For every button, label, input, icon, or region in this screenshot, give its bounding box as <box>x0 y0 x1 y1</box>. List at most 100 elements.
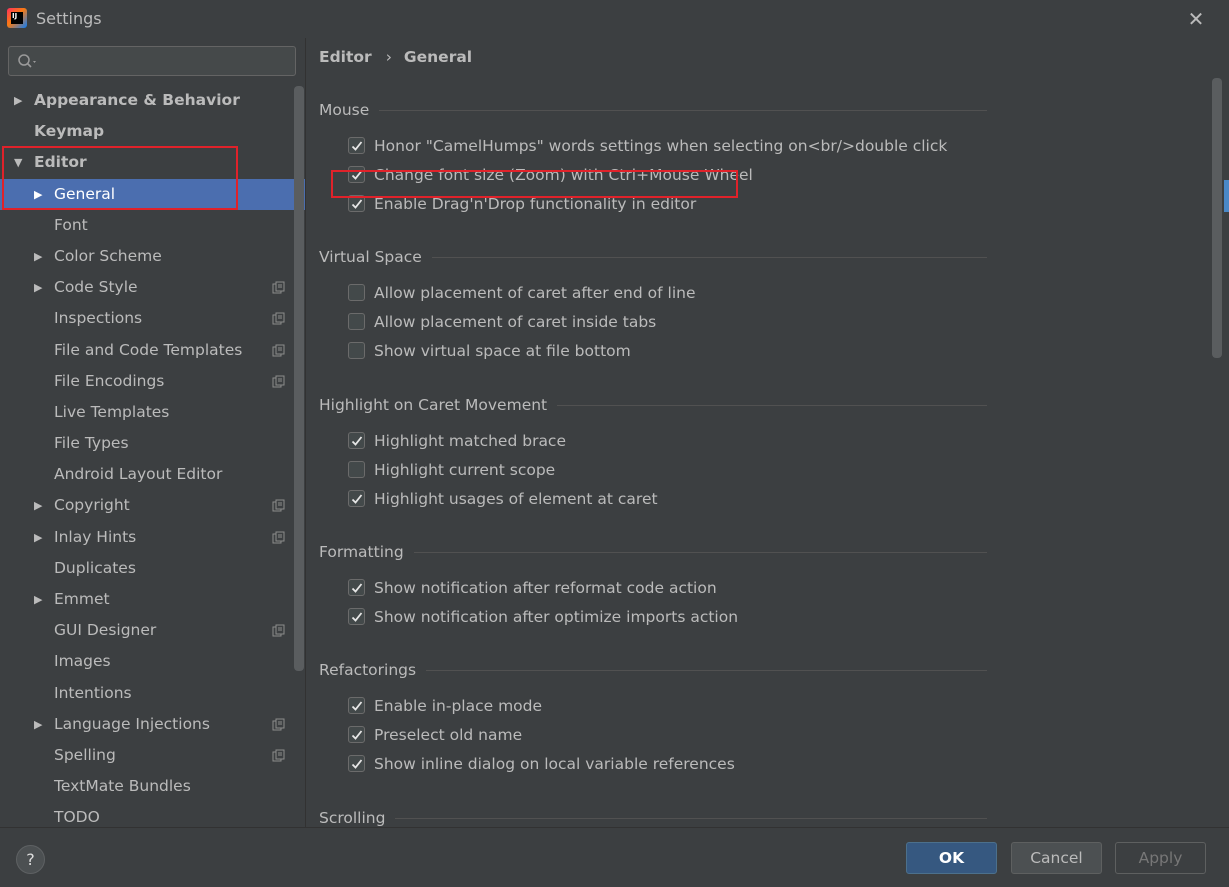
ok-button[interactable]: OK <box>906 842 997 874</box>
tree-item-label: Language Injections <box>54 714 210 733</box>
tree-item-copyright[interactable]: ▶ Copyright <box>0 490 305 521</box>
tree-item-label: Images <box>54 652 111 671</box>
tree-item-gui-designer[interactable]: GUI Designer <box>0 615 305 646</box>
tree-item-appearance-behavior[interactable]: ▶ Appearance & Behavior <box>0 85 305 116</box>
apply-button[interactable]: Apply <box>1115 842 1206 874</box>
checkbox-unchecked[interactable] <box>348 461 365 478</box>
tree-item-label: GUI Designer <box>54 621 157 640</box>
nav-scrollbar[interactable] <box>294 86 304 671</box>
tree-item-code-style[interactable]: ▶ Code Style <box>0 272 305 303</box>
tree-item-file-types[interactable]: File Types <box>0 428 305 459</box>
option-label: Show notification after reformat code ac… <box>374 579 717 597</box>
tree-item-language-injections[interactable]: ▶ Language Injections <box>0 709 305 740</box>
tree-item-label: Inlay Hints <box>54 527 137 546</box>
section-title-virtual-space: Virtual Space <box>319 248 422 266</box>
breadcrumb-parent[interactable]: Editor <box>319 48 372 66</box>
search-icon <box>18 54 36 68</box>
tree-item-inlay-hints[interactable]: ▶ Inlay Hints <box>0 522 305 553</box>
settings-content-panel: Editor › General Mouse Honor "CamelHumps" w… <box>306 38 1229 827</box>
tree-item-textmate-bundles[interactable]: TextMate Bundles <box>0 771 305 802</box>
tree-item-label: TextMate Bundles <box>54 777 191 796</box>
intellij-logo-icon: IJ <box>7 8 27 28</box>
section-separator <box>414 552 987 553</box>
scroll-edge-indicator <box>1224 180 1229 212</box>
tree-item-file-encodings[interactable]: File Encodings <box>0 366 305 397</box>
expand-arrow-icon[interactable]: ▶ <box>34 709 48 740</box>
option-label: Highlight matched brace <box>374 432 566 450</box>
checkbox-checked[interactable] <box>348 579 365 596</box>
section-title-formatting: Formatting <box>319 543 404 561</box>
tree-item-todo[interactable]: TODO <box>0 802 305 827</box>
tree-item-label: Intentions <box>54 683 132 702</box>
tree-item-color-scheme[interactable]: ▶ Color Scheme <box>0 241 305 272</box>
project-scope-icon <box>272 749 285 762</box>
project-scope-icon <box>272 531 285 544</box>
project-scope-icon <box>272 281 285 294</box>
help-button[interactable]: ? <box>16 845 45 874</box>
section-separator <box>426 670 987 671</box>
tree-item-label: Copyright <box>54 496 130 515</box>
option-label: Show notification after optimize imports… <box>374 608 739 626</box>
checkbox-unchecked[interactable] <box>348 284 365 301</box>
project-scope-icon <box>272 718 285 731</box>
expand-arrow-icon[interactable]: ▶ <box>34 241 48 272</box>
checkmark-icon <box>351 436 363 446</box>
checkmark-icon <box>351 583 363 593</box>
expand-arrow-icon[interactable]: ▶ <box>34 272 48 303</box>
checkbox-checked[interactable] <box>348 726 365 743</box>
tree-item-intentions[interactable]: Intentions <box>0 678 305 709</box>
checkbox-unchecked[interactable] <box>348 313 365 330</box>
tree-item-label: File Encodings <box>54 371 165 390</box>
tree-item-duplicates[interactable]: Duplicates <box>0 553 305 584</box>
checkbox-unchecked[interactable] <box>348 342 365 359</box>
checkbox-checked[interactable] <box>348 608 365 625</box>
tree-item-label: Spelling <box>54 745 116 764</box>
dialog-button-bar: ? OK Cancel Apply <box>0 827 1229 887</box>
option-label: Highlight current scope <box>374 461 556 479</box>
checkmark-icon <box>351 494 363 504</box>
option-label: Show inline dialog on local variable ref… <box>374 755 735 773</box>
option-label: Highlight usages of element at caret <box>374 490 658 508</box>
breadcrumb: Editor › General <box>319 48 472 68</box>
content-scrollbar[interactable] <box>1212 78 1222 358</box>
search-input[interactable] <box>45 50 289 72</box>
checkbox-checked[interactable] <box>348 755 365 772</box>
tree-item-file-and-code-templates[interactable]: File and Code Templates <box>0 335 305 366</box>
tree-item-label: Android Layout Editor <box>54 465 223 484</box>
project-scope-icon <box>272 624 285 637</box>
expand-arrow-icon[interactable]: ▶ <box>34 584 48 615</box>
section-title-highlight-on-caret-movement: Highlight on Caret Movement <box>319 396 548 414</box>
tree-item-label: Appearance & Behavior <box>34 91 240 109</box>
project-scope-icon <box>272 344 285 356</box>
option-label: Honor "CamelHumps" words settings when s… <box>374 137 948 155</box>
tree-item-android-layout-editor[interactable]: Android Layout Editor <box>0 459 305 490</box>
logo-text: IJ <box>11 12 23 24</box>
tree-item-font[interactable]: Font <box>0 210 305 241</box>
tree-item-label: TODO <box>54 808 100 827</box>
section-separator <box>557 405 987 406</box>
checkbox-checked[interactable] <box>348 490 365 507</box>
expand-arrow-icon[interactable]: ▶ <box>34 490 48 521</box>
section-separator <box>379 110 987 111</box>
tree-item-spelling[interactable]: Spelling <box>0 740 305 771</box>
breadcrumb-current: General <box>403 48 473 66</box>
tree-item-inspections[interactable]: Inspections <box>0 303 305 334</box>
checkbox-checked[interactable] <box>348 137 365 154</box>
settings-search-box[interactable] <box>8 46 296 76</box>
tree-item-live-templates[interactable]: Live Templates <box>0 397 305 428</box>
expand-arrow-icon[interactable]: ▶ <box>34 522 48 553</box>
tree-item-keymap[interactable]: Keymap <box>0 116 305 147</box>
tree-item-label: Inspections <box>54 309 143 328</box>
tree-item-label: Duplicates <box>54 558 136 577</box>
tree-item-images[interactable]: Images <box>0 646 305 677</box>
checkbox-checked[interactable] <box>348 432 365 449</box>
checkmark-icon <box>351 701 363 711</box>
checkbox-checked[interactable] <box>348 697 365 714</box>
tree-item-emmet[interactable]: ▶ Emmet <box>0 584 305 615</box>
cancel-button[interactable]: Cancel <box>1011 842 1102 874</box>
close-icon[interactable]: ✕ <box>1185 8 1207 30</box>
expand-arrow-icon[interactable]: ▶ <box>14 85 28 116</box>
tree-item-label: Emmet <box>54 590 110 608</box>
section-separator <box>395 818 987 819</box>
project-scope-icon <box>272 312 285 325</box>
